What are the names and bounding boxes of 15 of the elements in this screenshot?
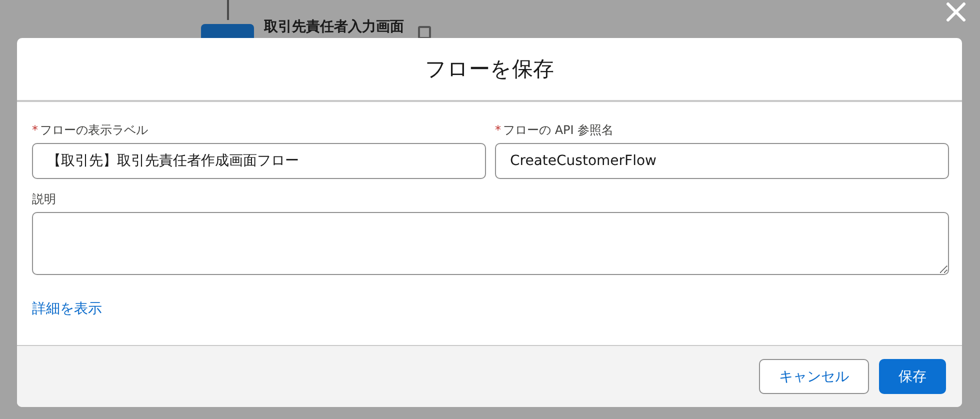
save-button[interactable]: 保存 xyxy=(879,359,946,394)
required-mark: * xyxy=(32,123,38,137)
field-label: フローの API 参照名 xyxy=(503,122,614,138)
input-field[interactable]: 【取引先】取引先責任者作成画面フロー xyxy=(32,143,486,179)
input-field[interactable]: CreateCustomerFlow xyxy=(495,143,949,179)
cancel-button[interactable]: キャンセル xyxy=(759,359,869,394)
connector-line xyxy=(227,0,229,20)
field-label: 説明 xyxy=(32,190,56,208)
node-label: 取引先責任者入力画面 xyxy=(264,19,404,36)
dialog-title: フローを保存 xyxy=(425,56,554,83)
close-icon[interactable] xyxy=(946,2,966,22)
description-field[interactable] xyxy=(32,212,949,275)
field-label: フローの表示ラベル xyxy=(40,122,148,138)
required-mark: * xyxy=(495,123,501,137)
show-details-link[interactable]: 詳細を表示 xyxy=(32,300,102,318)
